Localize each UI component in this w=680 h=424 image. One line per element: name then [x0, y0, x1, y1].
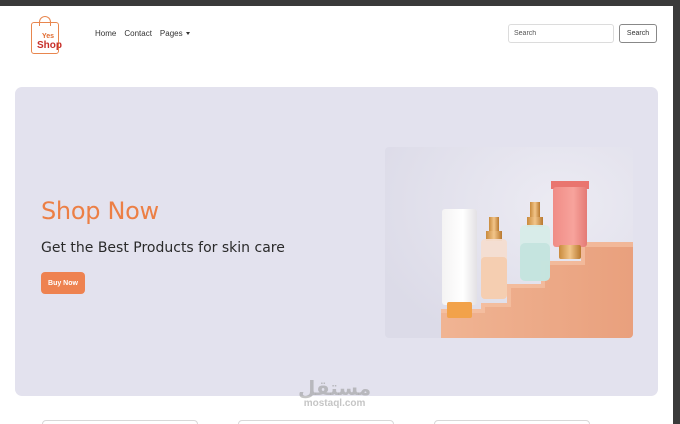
- search-input[interactable]: [508, 24, 614, 43]
- nav-link-home[interactable]: Home: [95, 29, 116, 38]
- logo-small-text: Yes: [42, 33, 55, 40]
- nav-dropdown-pages[interactable]: Pages: [160, 29, 190, 38]
- skincare-products-illustration: [385, 147, 633, 338]
- caret-down-icon: [185, 32, 190, 36]
- brand-logo[interactable]: Yes Shop: [28, 14, 64, 56]
- logo-big-text: Shop: [37, 40, 62, 51]
- buy-now-button[interactable]: Buy Now: [41, 272, 85, 294]
- watermark-url: mostaql.com: [303, 398, 366, 409]
- hero-title: Shop Now: [41, 197, 159, 225]
- skincare-products-image: [385, 147, 633, 338]
- search-button[interactable]: Search: [619, 24, 657, 43]
- product-card: [42, 420, 198, 424]
- navbar: Yes Shop Home Contact Pages Search: [0, 6, 673, 62]
- hero-banner: Shop Now Get the Best Products for skin …: [15, 87, 658, 396]
- nav-links: Home Contact Pages: [95, 29, 190, 38]
- hero-subtitle: Get the Best Products for skin care: [41, 240, 285, 256]
- nav-link-pages-label: Pages: [159, 29, 183, 38]
- product-card: [434, 420, 590, 424]
- nav-link-contact[interactable]: Contact: [124, 29, 152, 38]
- page: Yes Shop Home Contact Pages Search Shop …: [0, 6, 673, 424]
- product-card: [238, 420, 394, 424]
